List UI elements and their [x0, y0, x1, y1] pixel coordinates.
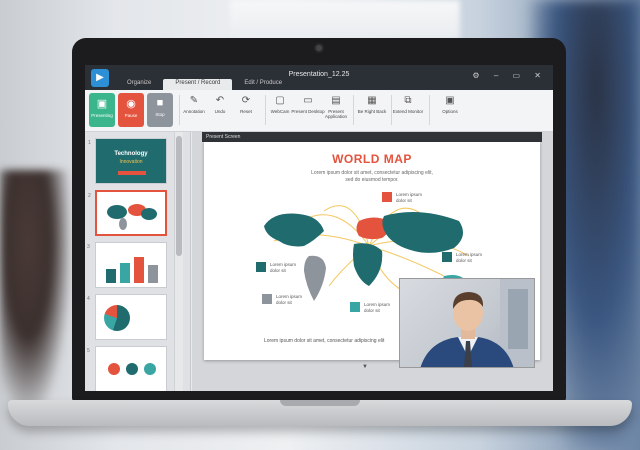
application-icon: ▤ — [331, 95, 341, 106]
be-right-back-button[interactable]: ▦ Be Right Back — [355, 95, 389, 114]
presenting-button[interactable]: ▣ Presenting — [89, 93, 115, 127]
asia-shape — [382, 212, 463, 253]
current-slide[interactable]: WORLD MAP Lorem ipsum dolor sit amet, co… — [204, 142, 540, 368]
thumb-title: Technology — [114, 151, 148, 157]
slide-number: 3 — [87, 244, 90, 250]
pause-label: Pause — [124, 113, 138, 118]
be-right-back-label: Be Right Back — [357, 109, 387, 114]
extend-monitor-icon: ⧉ — [404, 95, 412, 106]
background-window — [230, 0, 460, 40]
legend-swatch — [442, 252, 452, 262]
mode-tabs: Organize Present / Record Edit / Produce — [115, 79, 294, 90]
thumb-bar — [106, 269, 116, 283]
presenter-video — [420, 279, 534, 367]
extend-monitor-button[interactable]: ⧉ Extend Monitor — [391, 95, 425, 114]
be-right-back-icon: ▦ — [367, 95, 377, 106]
thumb-circle — [108, 363, 120, 375]
laptop-camera-icon — [314, 43, 324, 53]
app-window: ▶ Presentation_12.25 ⚙ – ▭ ✕ Organize Pr… — [85, 65, 553, 391]
legend-text: dolor sit — [456, 258, 472, 263]
thumb-accent-bar — [118, 171, 146, 175]
slide-title: WORLD MAP — [332, 152, 412, 166]
tab-organize[interactable]: Organize — [115, 79, 163, 90]
tab-present-record[interactable]: Present / Record — [163, 79, 233, 90]
close-icon[interactable]: ✕ — [534, 71, 547, 80]
background-person — [0, 170, 70, 410]
slide-number: 4 — [87, 296, 90, 302]
slide-thumbnail-5[interactable]: 5 — [87, 346, 167, 391]
thumb-bar — [134, 257, 144, 283]
presenting-label: Presenting — [91, 113, 113, 118]
options-button[interactable]: ▣ Options — [433, 95, 467, 114]
stop-label: Stop — [155, 112, 165, 117]
slide-footer-text: Lorem ipsum dolor sit amet, consectetur … — [264, 338, 385, 344]
slide-subtitle: Lorem ipsum dolor sit amet, consectetur … — [204, 170, 540, 184]
slide-number: 1 — [88, 140, 91, 146]
reset-label: Reset — [240, 109, 252, 114]
present-screen-label: Present Screen — [202, 132, 542, 142]
legend-swatch — [262, 294, 272, 304]
settings-icon[interactable]: ⚙ — [472, 71, 485, 80]
extend-monitor-label: Extend Monitor — [392, 109, 424, 114]
present-screen-area: Present Screen WORLD MAP Lorem ipsum dol… — [192, 132, 553, 391]
stop-button[interactable]: ■ Stop — [147, 93, 173, 127]
ribbon-divider — [429, 95, 430, 125]
window-controls: ⚙ – ▭ ✕ — [472, 71, 547, 80]
thumb-pie — [104, 305, 130, 331]
legend-text: dolor sit — [276, 300, 292, 305]
slide-thumbnail-2[interactable]: 2 — [88, 190, 167, 236]
ribbon-toolbar: ▣ Presenting ◉ Pause ■ Stop ✎ Annotation… — [85, 90, 553, 132]
laptop-notch — [280, 400, 360, 406]
laptop-lid: ▶ Presentation_12.25 ⚙ – ▭ ✕ Organize Pr… — [72, 38, 566, 402]
thumb-bar — [120, 263, 130, 283]
minimize-icon[interactable]: – — [494, 71, 504, 80]
slide-thumbnail-3[interactable]: 3 — [87, 242, 167, 288]
options-icon: ▣ — [445, 95, 455, 106]
thumb-circle — [126, 363, 138, 375]
africa-shape — [353, 243, 383, 286]
annotation-label: Annotation — [183, 109, 205, 114]
present-icon: ▣ — [96, 98, 108, 110]
legend-swatch — [256, 262, 266, 272]
reset-button[interactable]: ⟳ Reset — [229, 95, 263, 114]
thumb-bar — [148, 265, 158, 283]
present-application-button[interactable]: ▤ Present Application — [319, 95, 353, 119]
options-label: Options — [442, 109, 458, 114]
slide-number: 2 — [88, 193, 91, 199]
thumb-world-map — [107, 204, 157, 230]
stop-icon: ■ — [156, 97, 164, 109]
slide-thumbnail-1[interactable]: 1 Technology Innovation — [88, 138, 167, 184]
north-america-shape — [264, 213, 324, 247]
thumb-circle — [144, 363, 156, 375]
reset-icon: ⟳ — [241, 95, 251, 106]
legend-swatch — [382, 192, 392, 202]
slide-subtitle-line: Lorem ipsum dolor sit amet, consectetur … — [311, 170, 433, 176]
tab-edit-produce[interactable]: Edit / Produce — [232, 79, 294, 90]
laptop-base — [8, 400, 632, 426]
rail-scrollbar-thumb[interactable] — [176, 136, 182, 256]
legend-text: dolor sit — [270, 268, 286, 273]
title-bar: ▶ Presentation_12.25 ⚙ – ▭ ✕ Organize Pr… — [85, 65, 553, 90]
pause-icon: ◉ — [126, 98, 136, 110]
thumb-subtitle: Innovation — [119, 159, 143, 165]
rail-scrollbar[interactable] — [174, 132, 183, 391]
undo-label: Undo — [214, 109, 226, 114]
webcam-overlay[interactable] — [399, 278, 535, 368]
webcam-label: WebCam — [270, 109, 290, 114]
ribbon-divider — [353, 95, 354, 125]
legend-text: dolor sit — [396, 198, 412, 203]
slide-subtitle-line: sed do eiusmod tempor. — [345, 177, 399, 183]
slide-number: 5 — [87, 348, 90, 354]
pause-button[interactable]: ◉ Pause — [118, 93, 144, 127]
slide-thumbnail-rail: 1 Technology Innovation 2 3 4 5 — [85, 132, 191, 391]
maximize-icon[interactable]: ▭ — [513, 71, 527, 80]
slide-thumbnail-4[interactable]: 4 — [87, 294, 167, 340]
slide-nav-down-icon[interactable]: ▼ — [362, 364, 368, 370]
present-application-label: Present Application — [324, 109, 347, 119]
legend-swatch — [350, 302, 360, 312]
